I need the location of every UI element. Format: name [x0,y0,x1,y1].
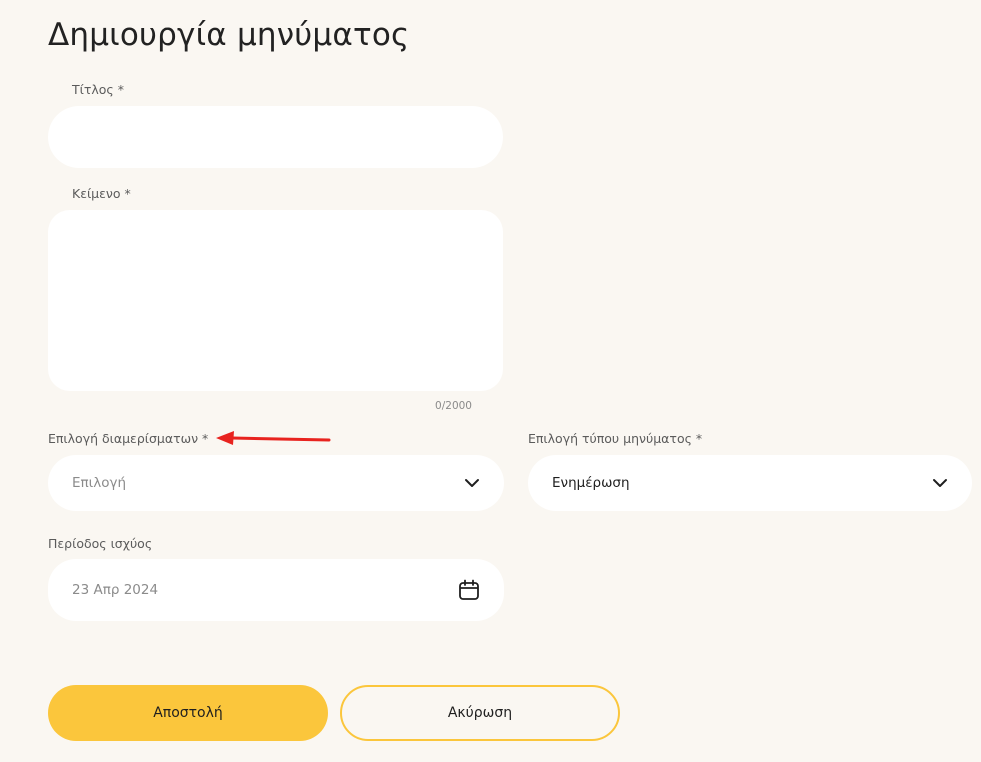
body-textarea[interactable] [48,210,503,391]
cancel-button[interactable]: Ακύρωση [340,685,620,741]
validity-period-input[interactable]: 23 Απρ 2024 [48,559,504,621]
apartments-select-label: Επιλογή διαμερίσματων * [48,431,209,446]
message-type-select-value: Ενημέρωση [552,475,630,491]
message-type-select-label: Επιλογή τύπου μηνύματος * [528,431,703,446]
body-field-label: Κείμενο * [72,186,131,201]
chevron-down-icon [932,478,948,488]
apartments-select-placeholder: Επιλογή [72,475,127,491]
title-input[interactable] [48,106,503,168]
validity-period-label: Περίοδος ισχύος [48,536,153,551]
chevron-down-icon [464,478,480,488]
validity-period-value: 23 Απρ 2024 [72,582,159,598]
message-type-select[interactable]: Ενημέρωση [528,455,972,511]
submit-button-label: Αποστολή [153,705,223,721]
submit-button[interactable]: Αποστολή [48,685,328,741]
apartments-select[interactable]: Επιλογή [48,455,504,511]
calendar-icon[interactable] [458,579,480,601]
arrow-left-icon [216,431,331,445]
page-title: Δημιουργία μηνύματος [48,17,410,53]
cancel-button-label: Ακύρωση [447,705,513,721]
character-counter: 0/2000 [435,400,472,412]
message-create-page: Δημιουργία μηνύματος Τίτλος * Κείμενο * … [0,0,981,762]
title-field-label: Τίτλος * [72,82,124,97]
